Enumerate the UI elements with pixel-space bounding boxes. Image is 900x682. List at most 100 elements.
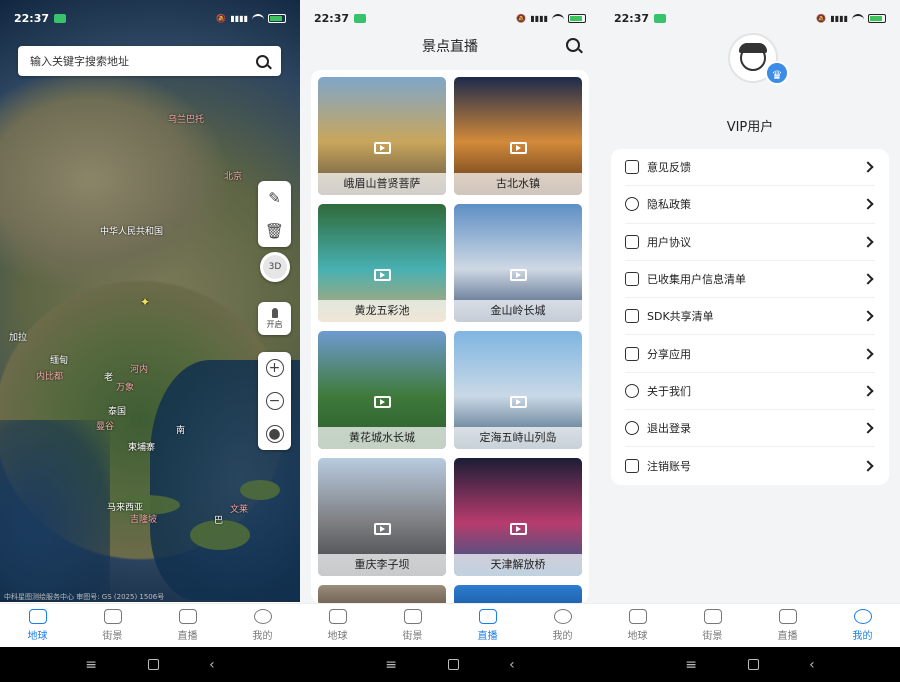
home-icon[interactable] <box>147 659 159 670</box>
tab-earth-label: 地球 <box>627 631 648 642</box>
back-icon[interactable]: ‹ <box>809 657 815 673</box>
menu-item-label: SDK共享清单 <box>647 310 714 324</box>
map-label-bangla: 加拉 <box>9 333 28 343</box>
signal-icon: ▮▮▮▮ <box>230 13 248 23</box>
menu-icon[interactable]: ≡ <box>685 657 697 673</box>
chevron-right-icon <box>862 198 874 211</box>
live-card[interactable]: 古北水镇 <box>454 77 582 195</box>
tab-streetview[interactable]: 街景 <box>75 604 150 647</box>
tab-streetview[interactable]: 街景 <box>675 604 750 647</box>
menu-icon[interactable]: ≡ <box>85 657 97 673</box>
minus-icon: − <box>265 392 284 410</box>
map-label-south: 南 <box>176 426 186 436</box>
live-card[interactable]: 定海五峙山列岛 <box>454 331 582 449</box>
map-label-mongolia: 乌兰巴托 <box>168 115 205 125</box>
live-card[interactable] <box>454 585 582 603</box>
system-nav-bar: ≡ ‹ <box>0 647 300 682</box>
tab-live[interactable]: 直播 <box>450 604 525 647</box>
status-icons: 🔕 ▮▮▮▮ <box>516 13 586 23</box>
street-view-toggle[interactable]: 开启 <box>258 302 291 335</box>
chevron-right-icon <box>862 310 874 322</box>
video-camera-icon <box>510 523 527 535</box>
profile-icon <box>853 609 872 624</box>
status-time: 22:37 <box>14 11 50 25</box>
live-card[interactable]: 黄花城水长城 <box>318 331 446 449</box>
vip-label: VIP用户 <box>726 120 774 135</box>
page-header: 景点直播 <box>300 36 600 60</box>
status-time: 22:37 <box>314 11 350 25</box>
menu-item[interactable]: 退出登录 <box>625 410 875 448</box>
tab-mine[interactable]: 我的 <box>825 604 900 647</box>
menu-item[interactable]: 分享应用 <box>625 335 875 373</box>
zoom-out-button[interactable]: − <box>258 385 291 418</box>
toggle-3d-button[interactable]: 3D <box>260 252 290 282</box>
search-icon[interactable] <box>256 54 269 68</box>
tab-streetview-label: 街景 <box>402 631 423 642</box>
menu-icon[interactable]: ≡ <box>385 657 397 673</box>
delete-account-icon <box>625 459 639 474</box>
locate-button[interactable]: ● <box>258 417 291 450</box>
tab-earth[interactable]: 地球 <box>0 604 75 647</box>
menu-item[interactable]: 注销账号 <box>625 447 875 484</box>
pegman-icon <box>271 307 278 318</box>
info-list-icon <box>625 272 639 287</box>
menu-item[interactable]: 用户协议 <box>625 224 875 261</box>
live-card-caption: 黄花城水长城 <box>318 427 446 449</box>
profile-icon <box>553 609 572 624</box>
picture-icon <box>703 609 722 624</box>
home-icon[interactable] <box>447 659 459 670</box>
tab-streetview[interactable]: 街景 <box>375 604 450 647</box>
trash-icon[interactable]: 🗑 <box>258 214 291 247</box>
battery-icon <box>568 13 586 23</box>
live-card-caption: 金山岭长城 <box>454 300 582 322</box>
ruler-icon[interactable]: ✎ <box>258 181 291 214</box>
satellite-map[interactable]: 中华人民共和国 北京 乌兰巴托 缅甸 内比都 河内 老 万象 泰国 曼谷 柬埔寨… <box>0 0 300 602</box>
locate-icon: ● <box>265 424 284 443</box>
map-search-box[interactable]: 输入关键字搜索地址 <box>18 46 281 76</box>
live-card-grid: 峨眉山普贤菩萨 古北水镇 黄龙五彩池 金山岭长城黄花城水长城 定海五峙山列岛重庆李子坝天… <box>311 70 589 603</box>
message-icon <box>654 13 667 23</box>
measure-toolbox: ✎ 🗑 <box>258 181 291 247</box>
menu-item[interactable]: SDK共享清单 <box>625 298 875 336</box>
earth-screen: 中华人民共和国 北京 乌兰巴托 缅甸 内比都 河内 老 万象 泰国 曼谷 柬埔寨… <box>0 0 300 682</box>
live-card[interactable]: 金山岭长城 <box>454 204 582 322</box>
live-card-caption: 重庆李子坝 <box>318 554 446 576</box>
menu-item[interactable]: 已收集用户信息清单 <box>625 261 875 299</box>
zoom-controls: + − ● <box>258 352 291 450</box>
power-icon <box>625 421 639 436</box>
tab-earth[interactable]: 地球 <box>600 604 675 647</box>
tab-live[interactable]: 直播 <box>150 604 225 647</box>
plus-icon: + <box>265 359 284 378</box>
menu-item[interactable]: 隐私政策 <box>625 186 875 224</box>
tab-earth[interactable]: 地球 <box>300 604 375 647</box>
chevron-right-icon <box>862 236 874 248</box>
tab-live[interactable]: 直播 <box>750 604 825 647</box>
map-label-thailand: 泰国 <box>108 407 127 417</box>
tab-live-label: 直播 <box>177 631 198 642</box>
menu-item-label: 用户协议 <box>647 235 691 249</box>
menu-item[interactable]: 意见反馈 <box>625 149 875 187</box>
video-camera-icon <box>510 269 527 281</box>
back-icon[interactable]: ‹ <box>209 657 215 673</box>
back-icon[interactable]: ‹ <box>509 657 515 673</box>
live-card[interactable]: 重庆李子坝 <box>318 458 446 576</box>
map-label-myanmar: 缅甸 <box>50 356 69 366</box>
live-card[interactable]: 峨眉山普贤菩萨 <box>318 77 446 195</box>
tab-mine[interactable]: 我的 <box>225 604 300 647</box>
tab-mine[interactable]: 我的 <box>525 604 600 647</box>
system-nav-bar: ≡ ‹ <box>300 647 600 682</box>
live-icon <box>478 609 497 624</box>
zoom-in-button[interactable]: + <box>258 352 291 385</box>
battery-icon <box>268 13 286 23</box>
battery-icon <box>868 13 886 23</box>
live-card[interactable]: 天津解放桥 <box>454 458 582 576</box>
menu-item[interactable]: 关于我们 <box>625 373 875 411</box>
menu-item-label: 退出登录 <box>647 422 691 436</box>
status-bar: 22:37 🔕 ▮▮▮▮ <box>300 0 600 36</box>
search-icon[interactable] <box>566 38 580 52</box>
live-card[interactable] <box>318 585 446 603</box>
home-icon[interactable] <box>747 659 759 670</box>
message-icon <box>354 13 367 23</box>
live-card[interactable]: 黄龙五彩池 <box>318 204 446 322</box>
live-card-caption: 峨眉山普贤菩萨 <box>318 173 446 195</box>
